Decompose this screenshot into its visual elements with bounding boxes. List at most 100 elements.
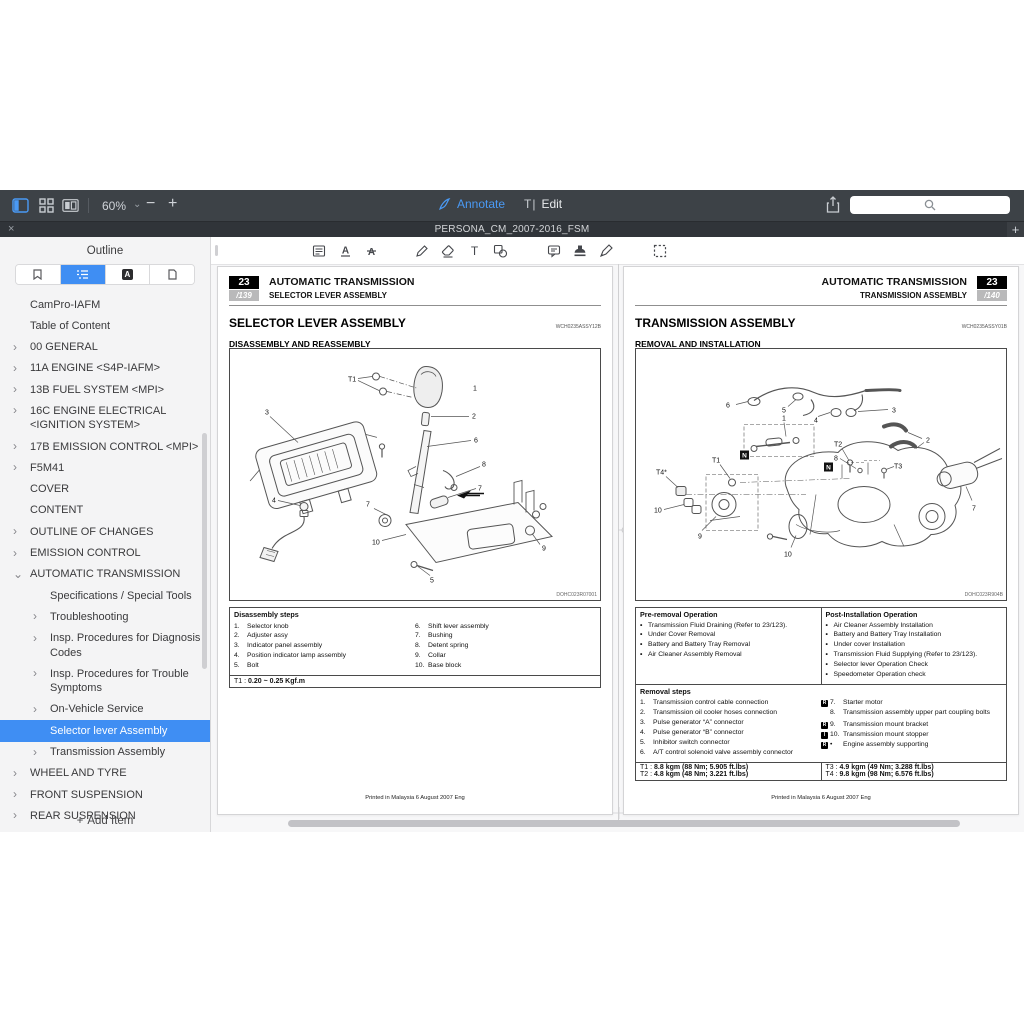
outline-item[interactable]: Specifications / Special Tools <box>0 585 210 606</box>
chevron-icon[interactable]: › <box>33 631 37 647</box>
chevron-icon[interactable]: › <box>33 666 37 682</box>
chevron-icon[interactable]: › <box>13 460 17 476</box>
outline-item[interactable]: Selector lever Assembly <box>0 720 210 741</box>
header-title: AUTOMATIC TRANSMISSION <box>269 276 414 288</box>
outline-item[interactable]: › 11A ENGINE <S4P-IAFM> <box>0 358 210 379</box>
page-canvas[interactable]: 23 /139 AUTOMATIC TRANSMISSION SELECTOR … <box>211 264 1024 832</box>
toolbar-drag-handle[interactable] <box>215 245 218 256</box>
step-number: 9. <box>415 652 428 660</box>
tab-pages[interactable] <box>150 265 194 284</box>
outline-item[interactable]: › F5M41 <box>0 457 210 478</box>
callout-label: T1 <box>348 377 356 384</box>
chevron-icon[interactable]: › <box>13 524 17 540</box>
outline-item[interactable]: CONTENT <box>0 500 210 521</box>
outline-item[interactable]: › 16C ENGINE ELECTRICAL <IGNITION SYSTEM… <box>0 400 210 436</box>
chevron-icon[interactable]: › <box>13 546 17 562</box>
share-button[interactable] <box>826 196 840 219</box>
step-text: Starter motor <box>843 699 883 707</box>
outline-item[interactable]: CamPro-IAFM <box>0 294 210 315</box>
outline-item[interactable]: › FRONT SUSPENSION <box>0 784 210 805</box>
shapes-tool-icon[interactable] <box>487 244 513 258</box>
step-badge: R <box>821 742 828 749</box>
thumbnails-view-icon[interactable] <box>38 197 55 214</box>
outline-item-label: 13B FUEL SYSTEM <MPI> <box>30 384 164 396</box>
outline-item[interactable]: COVER <box>0 479 210 500</box>
outline-item[interactable]: › Insp. Procedures for Diagnosis Codes <box>0 628 210 664</box>
highlight-tool-icon[interactable] <box>306 244 332 258</box>
text-tool-icon[interactable]: T <box>461 244 487 258</box>
outline-item[interactable]: › Troubleshooting <box>0 606 210 627</box>
step-text: Position indicator lamp assembly <box>247 652 346 660</box>
chevron-icon[interactable]: › <box>33 609 37 625</box>
zoom-out-button[interactable]: − <box>146 195 155 213</box>
eraser-tool-icon[interactable] <box>435 244 461 258</box>
outline-item[interactable]: › 00 GENERAL <box>0 337 210 358</box>
chevron-icon[interactable]: › <box>13 382 17 398</box>
chevron-icon[interactable]: ⌄ <box>13 567 23 583</box>
outline-item[interactable]: › 17B EMISSION CONTROL <MPI> <box>0 436 210 457</box>
post-installation-cell: Post-Installation Operation •Air Cleaner… <box>822 608 1007 684</box>
select-marquee-icon[interactable] <box>647 244 673 258</box>
steps-column-2: 6.Shift lever assembly7.Bushing8.Detent … <box>415 621 596 672</box>
outline-item-label: 16C ENGINE ELECTRICAL <IGNITION SYSTEM> <box>30 405 166 431</box>
chevron-icon[interactable]: › <box>13 439 17 455</box>
signature-tool-icon[interactable] <box>593 244 619 258</box>
outline-item[interactable]: › SERVICE BRAKE <box>0 827 210 832</box>
stamp-tool-icon[interactable] <box>567 244 593 258</box>
zoom-level[interactable]: 60% <box>102 199 126 213</box>
strikethrough-tool-icon[interactable]: A <box>358 244 384 258</box>
horizontal-scrollbar[interactable] <box>288 820 960 827</box>
tab-annotations[interactable]: A <box>106 265 151 284</box>
step-text: Shift lever assembly <box>428 623 489 631</box>
outline-item-label: 11A ENGINE <S4P-IAFM> <box>30 362 160 374</box>
callout-label: T1 <box>712 458 720 465</box>
underline-tool-icon[interactable]: A <box>332 244 358 258</box>
bullet-text: Under Cover Removal <box>648 631 715 639</box>
chevron-icon[interactable]: › <box>13 830 17 832</box>
add-item-label: Add Item <box>87 815 133 827</box>
edit-text-icon: T| <box>524 197 536 211</box>
removal-column-2: R7.Starter motor8.Transmission assembly … <box>821 697 1002 758</box>
two-page-view-icon[interactable] <box>62 197 79 214</box>
sidebar-scrollbar[interactable] <box>202 433 207 669</box>
chevron-icon[interactable]: › <box>13 787 17 803</box>
search-input[interactable] <box>850 196 1010 214</box>
add-item-button[interactable]: +Add Item <box>0 815 210 827</box>
bullet-text: Under cover Installation <box>834 641 905 649</box>
chevron-icon[interactable]: › <box>13 403 17 419</box>
chevron-icon[interactable]: › <box>13 361 17 377</box>
edit-mode-button[interactable]: T| Edit <box>524 197 562 211</box>
outline-item[interactable]: Table of Content <box>0 315 210 336</box>
pencil-tool-icon[interactable] <box>409 244 435 258</box>
outline-item[interactable]: › Transmission Assembly <box>0 742 210 763</box>
annotation-toolbar: A A T <box>211 237 1024 265</box>
sidebar-toggle-icon[interactable] <box>12 197 29 214</box>
annotate-mode-button[interactable]: Annotate <box>438 197 505 211</box>
outline-item[interactable]: ⌄ AUTOMATIC TRANSMISSION <box>0 564 210 585</box>
step-number: 10. <box>415 662 428 670</box>
document-area: A A T <box>211 237 1024 832</box>
outline-item[interactable]: › OUTLINE OF CHANGES <box>0 521 210 542</box>
outline-item[interactable]: › WHEEL AND TYRE <box>0 763 210 784</box>
outline-item[interactable]: › Insp. Procedures for Trouble Symptoms <box>0 663 210 699</box>
chevron-icon[interactable]: › <box>13 340 17 356</box>
figure-code: DOHC023R07001 <box>556 592 597 598</box>
outline-item-label: COVER <box>30 483 69 495</box>
outline-item-label: OUTLINE OF CHANGES <box>30 526 153 538</box>
tab-bookmarks[interactable] <box>16 265 61 284</box>
chevron-icon[interactable]: › <box>13 766 17 782</box>
chevron-icon[interactable]: › <box>33 702 37 718</box>
outline-item[interactable]: › EMISSION CONTROL <box>0 543 210 564</box>
torque-note: T1 : 8.8 kgm (88 Nm; 5.905 ft.lbs) <box>640 764 817 771</box>
section-title: SELECTOR LEVER ASSEMBLY <box>229 316 406 330</box>
outline-item[interactable]: › On-Vehicle Service <box>0 699 210 720</box>
outline-item[interactable]: › 13B FUEL SYSTEM <MPI> <box>0 379 210 400</box>
zoom-chevron-down-icon[interactable]: ⌄ <box>133 199 141 210</box>
tab-outline[interactable] <box>61 265 106 284</box>
document-tab-title[interactable]: PERSONA_CM_2007-2016_FSM <box>0 224 1024 235</box>
search-icon <box>924 199 936 211</box>
chevron-icon[interactable]: › <box>33 745 37 761</box>
step-number: 6. <box>640 749 653 757</box>
zoom-in-button[interactable]: + <box>168 195 177 213</box>
note-tool-icon[interactable] <box>541 244 567 258</box>
